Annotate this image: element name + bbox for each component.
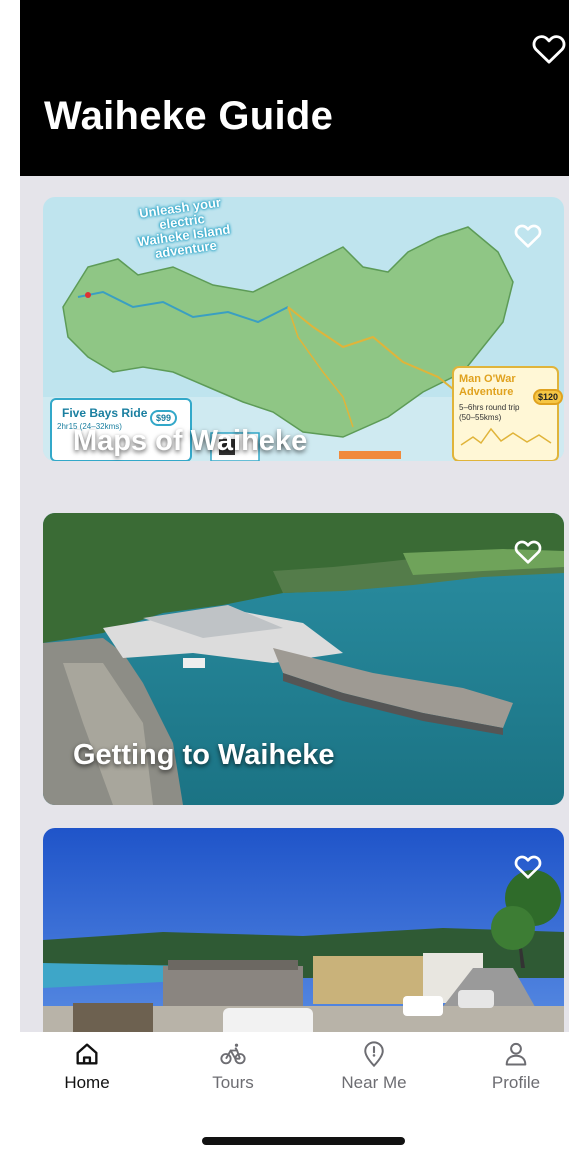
heart-outline-icon[interactable] <box>512 850 544 882</box>
tab-near-me[interactable]: Near Me <box>329 1040 419 1100</box>
user-icon <box>505 1042 527 1066</box>
price-badge-right: $120 <box>533 389 564 405</box>
tab-home[interactable]: Home <box>42 1040 132 1100</box>
route-duration-right: 5–6hrs round trip <box>459 403 520 412</box>
town-street-image <box>43 828 564 1032</box>
route-distance-right: (50–55kms) <box>459 413 502 422</box>
tab-profile[interactable]: Profile <box>471 1040 561 1100</box>
bicycle-icon <box>220 1043 246 1065</box>
app-screen: Waiheke Guide Unleash your electric Waih… <box>0 0 569 1150</box>
home-icon <box>76 1043 98 1065</box>
tab-tours[interactable]: Tours <box>188 1040 278 1100</box>
card-title: Getting to Waiheke <box>73 739 335 771</box>
price-badge-left: $99 <box>150 410 178 426</box>
card-getting-to-waiheke[interactable]: Getting to Waiheke <box>43 513 564 805</box>
home-indicator[interactable] <box>202 1137 405 1145</box>
card-maps[interactable]: Unleash your electric Waiheke Island adv… <box>43 197 564 461</box>
tab-label: Home <box>64 1073 110 1092</box>
heart-outline-icon[interactable] <box>512 219 544 251</box>
page-title: Waiheke Guide <box>44 94 334 138</box>
tab-label: Near Me <box>341 1073 407 1092</box>
bottom-tab-bar: Home Tours Near Me Profile <box>40 1032 569 1102</box>
route-name-right: Man O'War Adventure <box>459 373 516 398</box>
route-name-left: Five Bays Ride <box>62 406 148 420</box>
card-oneroa[interactable] <box>43 828 564 1032</box>
card-title: Maps of Waiheke <box>73 425 308 457</box>
tab-label: Profile <box>491 1073 541 1092</box>
heart-outline-icon[interactable] <box>512 535 544 567</box>
header-bar: Waiheke Guide <box>20 0 569 176</box>
heart-outline-icon[interactable] <box>529 28 569 68</box>
location-pin-icon <box>364 1041 384 1068</box>
guide-feed[interactable]: Unleash your electric Waiheke Island adv… <box>20 176 569 1032</box>
tab-label: Tours <box>212 1073 254 1092</box>
